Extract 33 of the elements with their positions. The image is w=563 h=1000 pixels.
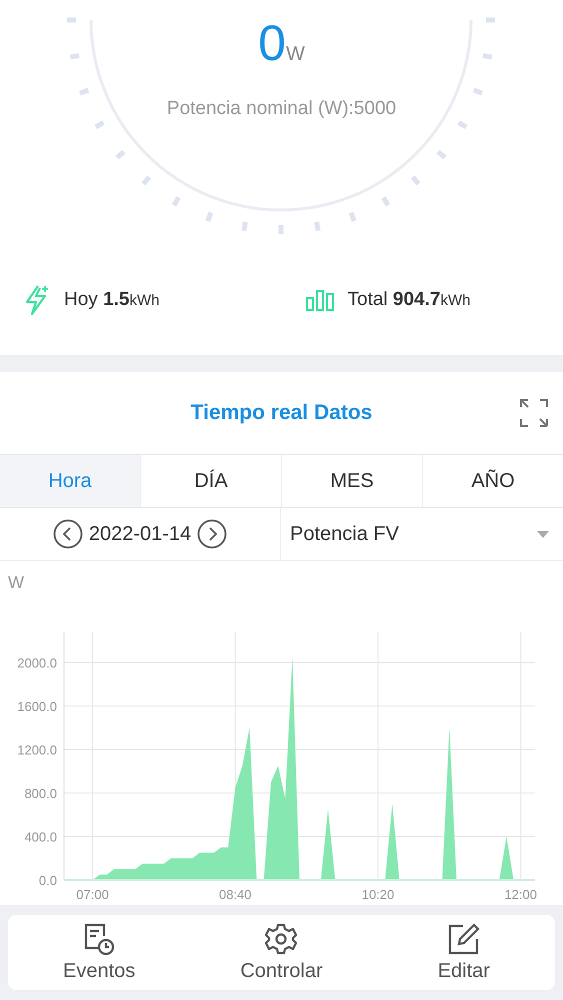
rated-power-label: Potencia nominal (W):5000 <box>166 98 396 120</box>
energy-stat: Hoy 1.5kWh <box>64 289 160 311</box>
energy-stat: Total 904.7kWh <box>348 289 470 311</box>
next-button[interactable] <box>197 519 228 549</box>
x-tick-label: 12:00 <box>504 887 537 902</box>
caret-icon <box>537 530 549 538</box>
axis-unit-label: W <box>8 573 24 593</box>
lightning-icon <box>24 284 50 316</box>
x-tick-label: 10:20 <box>362 887 394 902</box>
y-tick-label: 400.0 <box>24 830 57 844</box>
chevron-right-icon <box>197 519 228 549</box>
x-tick-label: 08:40 <box>219 887 252 902</box>
chevron-left-icon <box>52 519 83 549</box>
bar-chart-icon <box>306 289 334 311</box>
fullscreen-icon[interactable] <box>519 398 549 428</box>
y-tick-label: 1200.0 <box>17 742 57 758</box>
metric-dropdown[interactable]: Potencia FV <box>281 508 563 560</box>
nav-button[interactable]: Editar <box>372 915 555 990</box>
previous-button[interactable] <box>52 519 83 549</box>
nav-button[interactable]: Controlar <box>190 915 373 990</box>
y-tick-label: 800.0 <box>24 786 57 801</box>
settings-icon <box>264 922 298 956</box>
nav-button[interactable]: Eventos <box>8 915 190 990</box>
power-unit: W <box>286 43 305 66</box>
y-tick-label: 0.0 <box>38 873 57 888</box>
y-tick-label: 2000.0 <box>17 655 57 670</box>
date-label: 2022-01-14 <box>88 522 192 546</box>
document-clock-icon <box>82 922 116 956</box>
x-tick-label: 07:00 <box>76 887 109 902</box>
y-tick-label: 1600.0 <box>17 698 57 714</box>
section-title: Tiempo real Datos <box>190 401 372 425</box>
edit-icon <box>446 922 481 956</box>
power-value: 0 <box>258 14 286 72</box>
